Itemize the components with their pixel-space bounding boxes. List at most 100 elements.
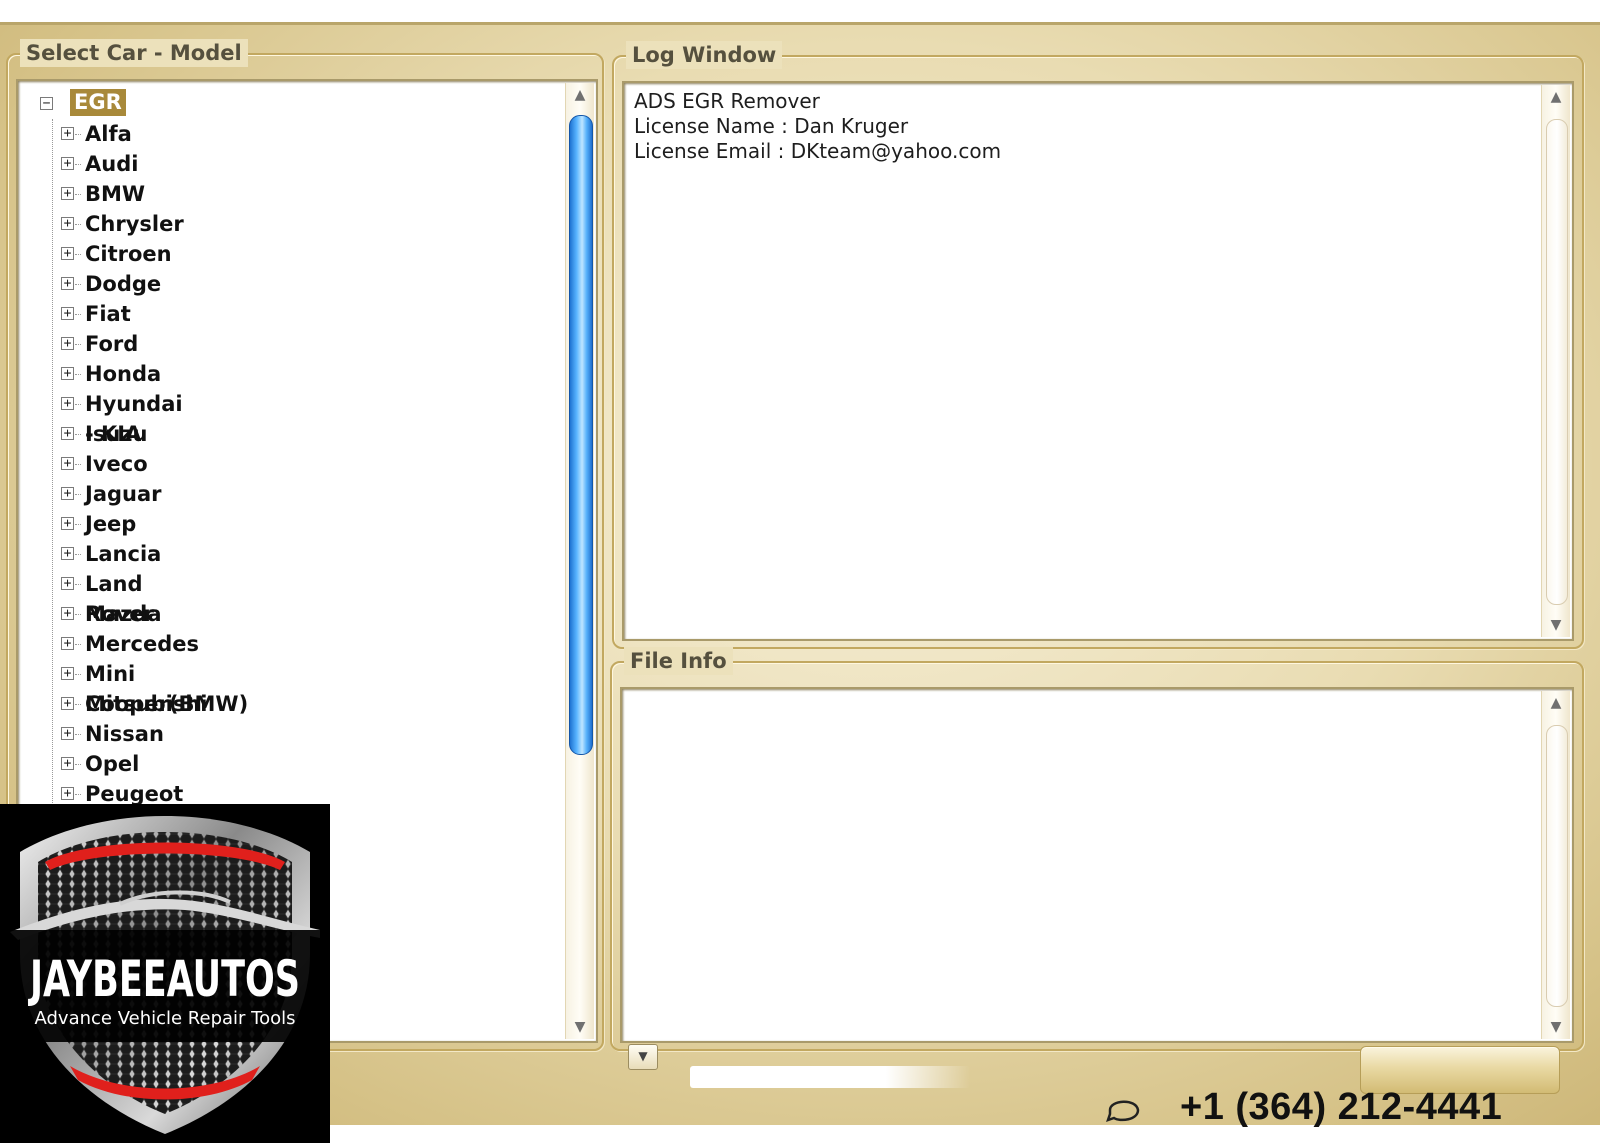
tree-connector [75,764,81,765]
tree-item-label[interactable]: Mitsubishi [85,689,207,719]
file-path-input[interactable] [690,1066,970,1088]
expand-icon[interactable]: + [61,397,74,410]
tree-connector [75,554,81,555]
expand-icon[interactable]: + [61,697,74,710]
select-car-model-title: Select Car - Model [20,39,248,67]
tree-connector [75,224,81,225]
expand-icon[interactable]: + [61,787,74,800]
expand-icon[interactable]: + [61,427,74,440]
tree-connector [75,404,81,405]
tree-item-label[interactable]: Chrysler [85,209,184,239]
tree-connector [75,704,81,705]
file-info-scrollbar[interactable]: ▲ ▼ [1541,691,1570,1039]
expand-icon[interactable]: + [61,157,74,170]
expand-icon[interactable]: + [61,577,74,590]
tree-item-label[interactable]: Mercedes [85,629,199,659]
log-line: License Email : DKteam@yahoo.com [634,139,1002,163]
log-window-title: Log Window [626,41,783,69]
tree-item-label[interactable]: Citroen [85,239,172,269]
file-info-title: File Info [624,647,733,675]
log-scrollbar[interactable]: ▲ ▼ [1541,85,1570,637]
log-content: ADS EGR Remover License Name : Dan Kruger… [634,89,1001,164]
log-window-group: Log Window ADS EGR Remover License Name :… [612,41,1584,649]
tree-connector [75,674,81,675]
scroll-up-arrow-icon[interactable]: ▲ [1542,85,1570,109]
tree-item-label[interactable]: Lancia [85,539,161,569]
expand-icon[interactable]: + [61,247,74,260]
tree-item-label[interactable]: BMW [85,179,145,209]
log-text-area[interactable]: ADS EGR Remover License Name : Dan Kruger… [622,81,1574,641]
tree-item-label[interactable]: Audi [85,149,138,179]
tree-connector [75,134,81,135]
tree-connector [75,374,81,375]
tree-root-label[interactable]: EGR [70,89,126,116]
file-info-group: File Info ▲ ▼ [610,647,1584,1051]
tree-connector [75,524,81,525]
tree-connector [75,464,81,465]
brand-name-text: JAYBEEAUTOS [28,950,300,1008]
expand-icon[interactable]: + [61,277,74,290]
tree-connector [75,344,81,345]
tree-connector [75,644,81,645]
tree-item-label[interactable]: Nissan [85,719,164,749]
tree-connector [75,254,81,255]
expand-icon[interactable]: + [61,727,74,740]
tree-item-label[interactable]: Ford [85,329,138,359]
tree-root-node[interactable]: − EGR [30,89,126,119]
tree-connector [75,734,81,735]
file-info-scroll-thumb[interactable] [1546,725,1568,1007]
file-info-area[interactable]: ▲ ▼ [620,687,1574,1043]
expand-icon[interactable]: + [61,367,74,380]
tree-connector [75,794,81,795]
scroll-down-arrow-icon[interactable]: ▼ [566,1015,594,1039]
dropdown-arrow-icon[interactable]: ▼ [628,1044,658,1070]
scroll-up-arrow-icon[interactable]: ▲ [566,83,594,107]
expand-icon[interactable]: + [61,217,74,230]
scroll-down-arrow-icon[interactable]: ▼ [1542,613,1570,637]
tree-item-label[interactable]: Opel [85,749,139,779]
log-scroll-thumb[interactable] [1546,119,1568,605]
tree-connector [75,584,81,585]
log-line: ADS EGR Remover [634,89,820,113]
tree-item-label[interactable]: Iveco [85,449,148,479]
tree-item-label[interactable]: Alfa [85,119,132,149]
tree-item-label[interactable]: Dodge [85,269,161,299]
expand-icon[interactable]: + [61,457,74,470]
expand-icon[interactable]: + [61,487,74,500]
tree-item-label[interactable]: Isuzu [85,419,147,449]
tree-connector [75,164,81,165]
tree-children: + Alfa + Audi + BMW + Chrysler + Citroen + Dodge + Fi… [52,119,248,809]
expand-icon[interactable]: + [61,547,74,560]
tree-scroll-thumb[interactable] [569,115,593,755]
tree-connector [75,194,81,195]
scroll-down-arrow-icon[interactable]: ▼ [1542,1015,1570,1039]
log-line: License Name : Dan Kruger [634,114,909,138]
tree-item-label[interactable]: Jaguar [85,479,162,509]
tree-connector [75,284,81,285]
expand-icon[interactable]: + [61,337,74,350]
expand-icon[interactable]: + [61,667,74,680]
tree-item-label[interactable]: Fiat [85,299,131,329]
tree-item-label[interactable]: Jeep [85,509,136,539]
brand-tagline-text: Advance Vehicle Repair Tools [35,1008,296,1029]
scroll-up-arrow-icon[interactable]: ▲ [1542,691,1570,715]
tree-scrollbar[interactable]: ▲ ▼ [565,83,594,1039]
tree-connector [75,614,81,615]
expand-icon[interactable]: + [61,607,74,620]
tree-connector [75,434,81,435]
tree-connector [75,314,81,315]
jaybeeautos-logo: JAYBEEAUTOS Advance Vehicle Repair Tools [0,804,330,1143]
expand-icon[interactable]: + [61,757,74,770]
shield-logo-icon: JAYBEEAUTOS Advance Vehicle Repair Tools [0,816,330,1134]
collapse-icon[interactable]: − [40,97,53,110]
expand-icon[interactable]: + [61,637,74,650]
car-model-tree: − EGR + Alfa + Audi + BMW + Chrysler + Citroen + Do… [30,89,248,809]
expand-icon[interactable]: + [61,127,74,140]
tree-item-label[interactable]: Mazda [85,599,162,629]
tree-item-label[interactable]: Honda [85,359,161,389]
expand-icon[interactable]: + [61,307,74,320]
whatsapp-icon [1106,1100,1140,1122]
expand-icon[interactable]: + [61,517,74,530]
phone-number: +1 (364) 212-4441 [1180,1086,1503,1128]
expand-icon[interactable]: + [61,187,74,200]
